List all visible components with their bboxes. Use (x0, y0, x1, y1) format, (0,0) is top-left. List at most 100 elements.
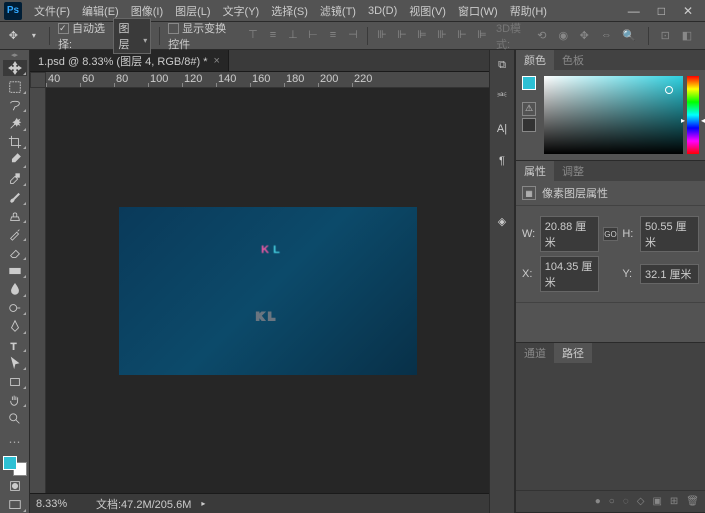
foreground-swatch[interactable] (3, 456, 17, 470)
align-right-icon[interactable]: ⊣ (345, 27, 361, 43)
close-button[interactable]: ✕ (683, 4, 693, 18)
menu-edit[interactable]: 编辑(E) (76, 3, 125, 19)
rectangle-tool[interactable] (3, 373, 27, 389)
maximize-button[interactable]: □ (658, 4, 665, 18)
paths-list[interactable] (516, 363, 705, 490)
align-hcenter-icon[interactable]: ≡ (325, 27, 341, 43)
3d-orbit-icon[interactable]: ⟲ (537, 29, 548, 43)
eraser-tool[interactable] (3, 244, 27, 260)
healing-brush-tool[interactable] (3, 171, 27, 187)
selection-path-icon[interactable]: ◌ (623, 496, 629, 507)
tab-paths[interactable]: 路径 (554, 343, 592, 363)
menu-layer[interactable]: 图层(L) (169, 3, 216, 19)
history-panel-icon[interactable]: ⧉ (493, 56, 511, 74)
3d-zoom-icon[interactable]: 🔍 (622, 29, 636, 43)
zoom-tool[interactable] (3, 410, 27, 426)
tab-properties[interactable]: 属性 (516, 161, 554, 181)
brush-tool[interactable] (3, 189, 27, 205)
brushes-panel-icon[interactable]: ⎃ (493, 88, 511, 106)
paragraph-panel-icon[interactable]: ¶ (493, 152, 511, 170)
doc-info-chevron[interactable]: ▸ (201, 499, 205, 508)
fill-path-icon[interactable]: ● (595, 496, 601, 507)
make-path-icon[interactable]: ◇ (637, 496, 645, 507)
color-swatches[interactable] (3, 456, 27, 476)
menu-help[interactable]: 帮助(H) (504, 3, 553, 19)
align-left-icon[interactable]: ⊢ (305, 27, 321, 43)
crop-tool[interactable] (3, 134, 27, 150)
distribute-icon[interactable]: ⊪ (374, 27, 390, 43)
pen-tool[interactable] (3, 318, 27, 334)
search-icon[interactable]: ⊡ (661, 29, 672, 43)
picker-fg[interactable] (522, 76, 536, 90)
close-tab-icon[interactable]: × (214, 55, 220, 67)
show-transform-checkbox[interactable]: 显示变换控件 (168, 20, 233, 52)
distribute-icon[interactable]: ⊫ (414, 27, 430, 43)
path-select-tool[interactable] (3, 355, 27, 371)
delete-path-icon[interactable]: 🗑 (686, 496, 699, 507)
saturation-brightness-field[interactable] (544, 76, 683, 154)
distribute-icon[interactable]: ⊫ (474, 27, 490, 43)
clone-stamp-tool[interactable] (3, 208, 27, 224)
tab-swatches[interactable]: 色板 (554, 50, 592, 70)
menu-image[interactable]: 图像(I) (125, 3, 169, 19)
eyedropper-tool[interactable] (3, 152, 27, 168)
link-wh-button[interactable]: GO (603, 227, 619, 241)
dodge-tool[interactable] (3, 300, 27, 316)
y-input[interactable]: 32.1 厘米 (640, 264, 699, 284)
distribute-icon[interactable]: ⊪ (434, 27, 450, 43)
hand-tool[interactable] (3, 392, 27, 408)
align-top-icon[interactable]: ⊤ (245, 27, 261, 43)
screen-mode-tool[interactable] (3, 497, 27, 513)
tab-adjustments[interactable]: 调整 (554, 161, 592, 181)
x-input[interactable]: 104.35 厘米 (540, 256, 599, 292)
menu-window[interactable]: 窗口(W) (452, 3, 504, 19)
auto-select-checkbox[interactable]: 自动选择: (58, 20, 107, 52)
distribute-icon[interactable]: ⊩ (454, 27, 470, 43)
menu-view[interactable]: 视图(V) (403, 3, 452, 19)
tab-channels[interactable]: 通道 (516, 343, 554, 363)
tab-color[interactable]: 颜色 (516, 50, 554, 70)
picker-warn-icon[interactable]: ⚠ (522, 102, 536, 116)
3d-roll-icon[interactable]: ◉ (558, 29, 569, 43)
align-bottom-icon[interactable]: ⊥ (285, 27, 301, 43)
menu-select[interactable]: 选择(S) (265, 3, 314, 19)
stroke-path-icon[interactable]: ○ (609, 496, 615, 507)
canvas-viewport[interactable]: KL KL (30, 88, 489, 493)
menu-file[interactable]: 文件(F) (28, 3, 76, 19)
auto-select-target[interactable]: 图层 (113, 18, 151, 54)
color-picker[interactable]: ⚠ ▸ ◂ (522, 76, 699, 154)
canvas-content[interactable]: KL KL (119, 207, 417, 375)
lasso-tool[interactable] (3, 97, 27, 113)
mask-icon[interactable]: ▣ (652, 496, 661, 507)
hue-slider[interactable]: ▸ ◂ (687, 76, 699, 154)
zoom-level[interactable]: 8.33% (36, 498, 86, 510)
color-cursor[interactable] (665, 86, 673, 94)
magic-wand-tool[interactable] (3, 115, 27, 131)
align-vcenter-icon[interactable]: ≡ (265, 27, 281, 43)
3d-pan-icon[interactable]: ✥ (580, 29, 591, 43)
minimize-button[interactable]: — (628, 4, 640, 18)
tool-preset-dropdown[interactable]: ▾ (27, 27, 42, 45)
picker-bg[interactable] (522, 118, 536, 132)
workspace-icon[interactable]: ◧ (682, 29, 693, 43)
gradient-tool[interactable] (3, 263, 27, 279)
new-path-icon[interactable]: ⊞ (670, 496, 678, 507)
blur-tool[interactable] (3, 281, 27, 297)
edit-toolbar[interactable]: ⋯ (3, 434, 27, 450)
menu-type[interactable]: 文字(Y) (217, 3, 266, 19)
history-brush-tool[interactable] (3, 226, 27, 242)
character-panel-icon[interactable]: A| (493, 120, 511, 138)
height-input[interactable]: 50.55 厘米 (640, 216, 699, 252)
menu-filter[interactable]: 滤镜(T) (314, 3, 362, 19)
doc-info[interactable]: 文档:47.2M/205.6M (96, 496, 191, 512)
distribute-icon[interactable]: ⊩ (394, 27, 410, 43)
3d-slide-icon[interactable]: ⇔ (601, 29, 612, 43)
layers-panel-icon[interactable]: ◈ (493, 212, 511, 230)
quick-mask-tool[interactable] (3, 478, 27, 494)
toolbox-handle[interactable]: ◂▸ (3, 52, 27, 58)
move-tool[interactable] (3, 60, 27, 76)
width-input[interactable]: 20.88 厘米 (540, 216, 599, 252)
type-tool[interactable]: T (3, 337, 27, 353)
menu-3d[interactable]: 3D(D) (362, 5, 403, 17)
marquee-tool[interactable] (3, 78, 27, 94)
